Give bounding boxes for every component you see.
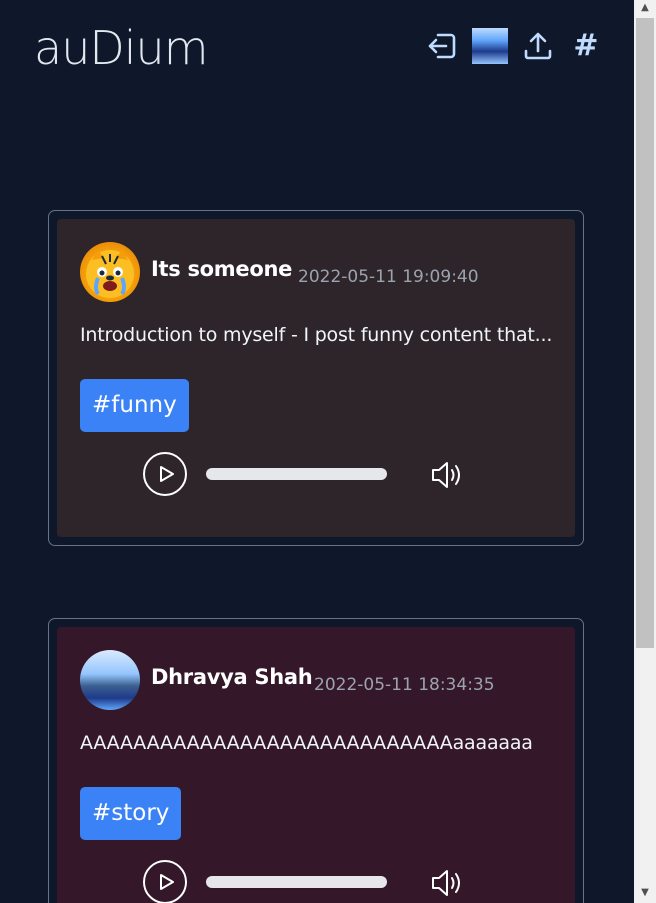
audio-player: [143, 859, 483, 903]
scroll-thumb[interactable]: [636, 18, 654, 648]
hashtags-button[interactable]: #: [568, 28, 604, 64]
post-description: AAAAAAAAAAAAAAAAAAAAAAAAAAAAaaaaaaa: [80, 732, 533, 754]
profile-avatar[interactable]: [472, 28, 508, 64]
post-username[interactable]: Dhravya Shah: [151, 665, 313, 689]
post-description: Introduction to myself - I post funny co…: [80, 324, 553, 346]
user-avatar[interactable]: [80, 242, 140, 302]
play-icon: [160, 874, 174, 890]
logout-button[interactable]: [424, 28, 460, 64]
audio-progress-bar[interactable]: [206, 876, 387, 888]
audio-progress-bar[interactable]: [206, 468, 387, 480]
app-logo: auDium: [34, 21, 209, 75]
scroll-down-arrow-icon[interactable]: ▼: [634, 885, 656, 901]
top-nav: #: [424, 28, 616, 64]
logout-icon: [428, 33, 456, 59]
tag-button[interactable]: #story: [80, 787, 182, 840]
page-scrollbar[interactable]: ▲ ▼: [634, 0, 656, 903]
user-avatar[interactable]: [80, 650, 140, 710]
scroll-up-arrow-icon[interactable]: ▲: [634, 0, 656, 16]
tiger-emoji-icon: [86, 250, 134, 298]
post-username[interactable]: Its someone: [151, 257, 292, 281]
app: auDium # Its someone 2022-05-11 19:09:40…: [0, 0, 634, 903]
upload-button[interactable]: [520, 28, 556, 64]
volume-icon[interactable]: [431, 867, 465, 899]
tag-button[interactable]: #funny: [80, 379, 189, 432]
upload-icon: [524, 32, 552, 60]
audio-player: [143, 451, 483, 499]
volume-icon[interactable]: [431, 459, 465, 491]
post-timestamp: 2022-05-11 19:09:40: [298, 267, 479, 287]
play-icon: [160, 466, 174, 482]
play-button[interactable]: [143, 860, 187, 903]
post-card: Its someone 2022-05-11 19:09:40 Introduc…: [48, 210, 584, 546]
play-button[interactable]: [143, 452, 187, 496]
post-timestamp: 2022-05-11 18:34:35: [314, 675, 495, 695]
hashtag-icon: #: [573, 28, 599, 63]
post-card: Dhravya Shah 2022-05-11 18:34:35 AAAAAAA…: [48, 618, 584, 903]
